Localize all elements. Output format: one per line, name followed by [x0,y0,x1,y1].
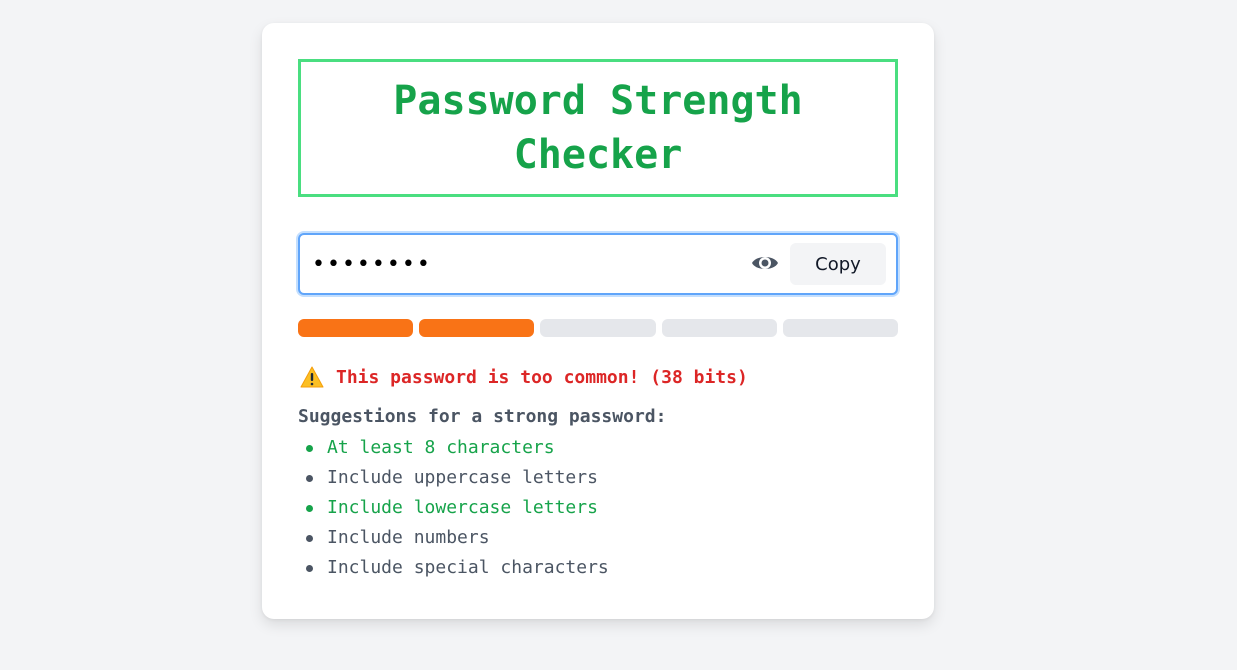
warning-text: This password is too common! (38 bits) [336,366,748,388]
bullet-icon [306,534,313,542]
warning-icon [300,366,324,388]
suggestion-text: At least 8 characters [327,437,555,458]
suggestion-text: Include special characters [327,557,609,578]
bullet-icon [306,444,313,452]
password-checker-card: Password Strength Checker Copy This pass… [262,23,934,619]
strength-segment [419,319,535,337]
suggestions-list: At least 8 characters Include uppercase l… [306,433,609,583]
password-field-wrapper: Copy [298,233,898,295]
suggestion-text: Include lowercase letters [327,497,598,518]
bullet-icon [306,474,313,482]
suggestion-item: Include uppercase letters [306,463,609,493]
suggestion-text: Include uppercase letters [327,467,598,488]
suggestion-text: Include numbers [327,527,490,548]
password-input[interactable] [312,245,732,283]
title-box: Password Strength Checker [298,59,898,197]
strength-segment [540,319,656,337]
suggestion-item: Include numbers [306,523,609,553]
suggestion-item: At least 8 characters [306,433,609,463]
suggestion-item: Include lowercase letters [306,493,609,523]
suggestion-item: Include special characters [306,553,609,583]
suggestions-heading: Suggestions for a strong password: [298,406,667,427]
strength-segment [661,319,777,337]
eye-icon[interactable] [750,248,780,278]
warning-message: This password is too common! (38 bits) [300,363,748,391]
copy-button[interactable]: Copy [790,243,886,285]
page-title: Password Strength Checker [393,78,803,178]
strength-meter [298,319,899,337]
strength-segment [298,319,414,337]
bullet-icon [306,564,313,572]
strength-segment [782,319,899,337]
bullet-icon [306,504,313,512]
